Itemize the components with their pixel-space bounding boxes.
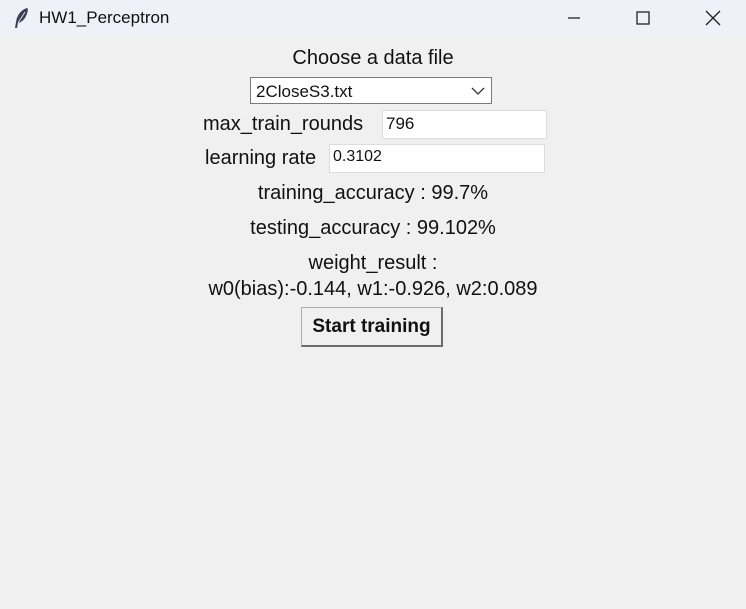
weight-result-label: weight_result : — [308, 252, 438, 274]
max-train-rounds-input[interactable]: 796 — [382, 110, 547, 139]
data-file-selected-value: 2CloseS3.txt — [256, 82, 353, 101]
main-content: Choose a data file 2CloseS3.txt max_trai… — [0, 36, 746, 609]
max-train-rounds-label: max_train_rounds — [203, 113, 364, 135]
training-accuracy-text: training_accuracy : 99.7% — [257, 182, 489, 204]
data-file-select[interactable]: 2CloseS3.txt — [250, 77, 492, 104]
learning-rate-input[interactable]: 0.3102 — [329, 144, 545, 173]
weight-result-value: w0(bias):-0.144, w1:-0.926, w2:0.089 — [208, 278, 538, 300]
learning-rate-label: learning rate — [205, 147, 317, 169]
minimize-icon — [568, 17, 580, 19]
window-title: HW1_Perceptron — [39, 8, 170, 27]
close-icon — [705, 10, 721, 26]
feather-icon — [15, 8, 28, 28]
start-training-button[interactable]: Start training — [301, 307, 443, 347]
close-button[interactable] — [690, 0, 736, 36]
maximize-button[interactable] — [620, 0, 666, 36]
minimize-button[interactable] — [551, 0, 597, 36]
chevron-down-icon — [471, 87, 485, 95]
maximize-icon — [636, 11, 650, 25]
choose-file-label: Choose a data file — [292, 47, 454, 69]
testing-accuracy-text: testing_accuracy : 99.102% — [250, 217, 496, 239]
title-bar: HW1_Perceptron — [0, 0, 746, 36]
